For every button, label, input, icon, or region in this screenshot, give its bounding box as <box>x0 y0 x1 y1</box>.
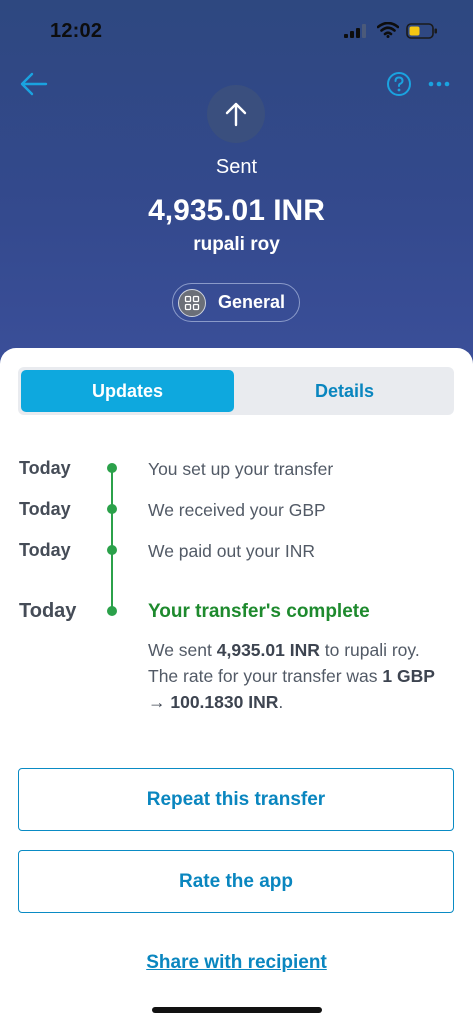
complete-text-part: . <box>278 692 284 712</box>
back-arrow-icon <box>20 72 48 96</box>
timeline-day: Today <box>19 499 71 519</box>
timeline-step-text: You set up your transfer <box>148 459 334 479</box>
status-bar: 12:02 <box>0 0 473 60</box>
timeline-step-text: We paid out your INR <box>148 541 315 561</box>
more-options-button[interactable] <box>426 71 452 97</box>
timeline-day: Today <box>19 458 71 478</box>
recipient-name: rupali roy <box>193 234 280 255</box>
tab-updates[interactable]: Updates <box>21 370 234 412</box>
timeline-day: Today <box>19 540 71 560</box>
category-grid-icon <box>178 288 206 317</box>
timeline-dot <box>107 545 117 555</box>
status-time: 12:02 <box>50 20 103 42</box>
sent-status-circle <box>207 85 265 143</box>
help-icon <box>387 72 411 96</box>
transfer-complete-title: Your transfer's complete <box>148 601 370 622</box>
complete-amount: 4,935.01 INR <box>216 640 320 660</box>
wifi-icon <box>376 21 400 43</box>
tab-bar: Updates Details <box>18 367 454 415</box>
more-icon <box>428 81 450 87</box>
timeline-line <box>111 468 113 612</box>
arrow-up-icon <box>225 102 247 127</box>
transfer-details-sheet: Updates Details Today You set up your tr… <box>0 348 473 1024</box>
signal-icon <box>344 24 368 43</box>
home-indicator <box>152 1007 322 1013</box>
complete-text-part: We sent <box>148 640 217 660</box>
category-chip[interactable]: General <box>172 283 300 322</box>
timeline-step-text: We received your GBP <box>148 500 326 520</box>
tab-details[interactable]: Details <box>238 370 451 412</box>
timeline-dot <box>107 463 117 473</box>
repeat-transfer-button[interactable]: Repeat this transfer <box>18 768 454 831</box>
back-button[interactable] <box>18 68 50 100</box>
battery-icon <box>406 23 438 44</box>
help-button[interactable] <box>386 71 412 97</box>
transfer-complete-description: We sent 4,935.01 INR to rupali roy. The … <box>148 637 453 715</box>
timeline-day-final: Today <box>19 600 77 622</box>
share-with-recipient-link[interactable]: Share with recipient <box>0 952 473 974</box>
transfer-amount: 4,935.01 INR <box>148 194 325 227</box>
timeline-dot-final <box>107 606 117 616</box>
category-label: General <box>218 292 286 312</box>
timeline-dot <box>107 504 117 514</box>
transfer-status-label: Sent <box>215 156 258 178</box>
rate-app-button[interactable]: Rate the app <box>18 850 454 913</box>
